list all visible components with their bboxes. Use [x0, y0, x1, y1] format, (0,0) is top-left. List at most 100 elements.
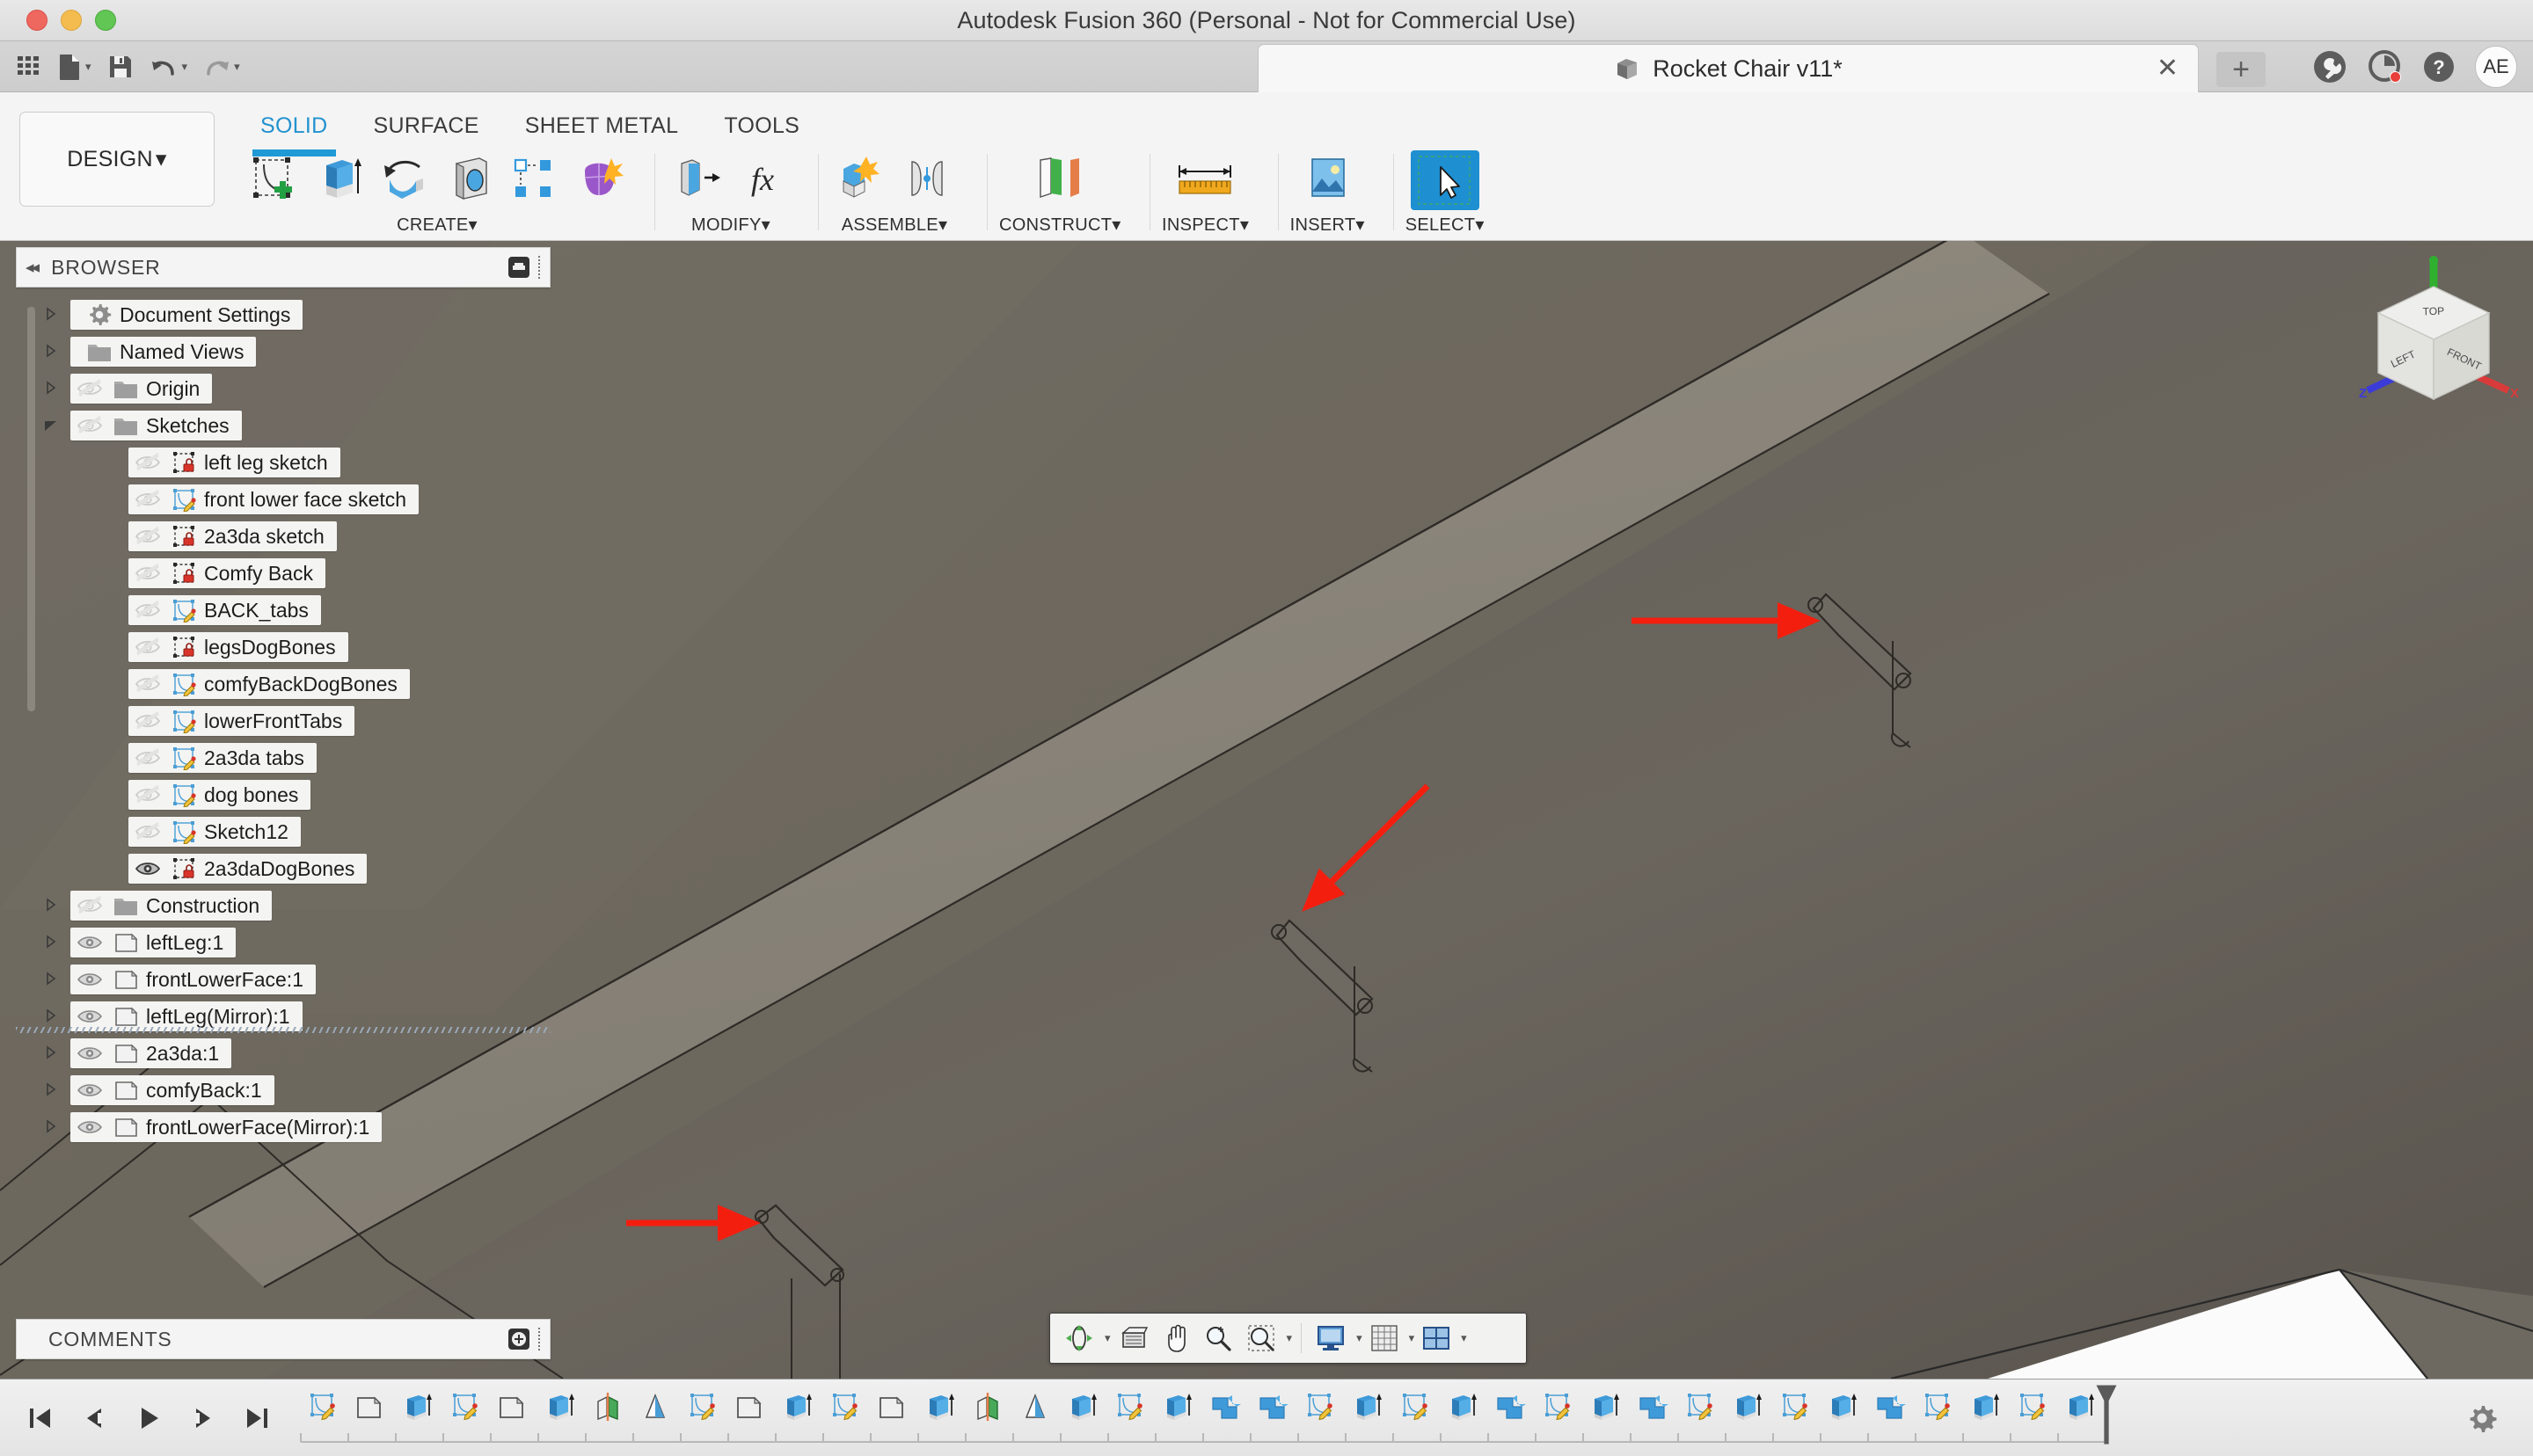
timeline-feature[interactable] [869, 1383, 916, 1431]
twisty-collapsed-icon[interactable] [40, 931, 62, 954]
twisty-collapsed-icon[interactable] [40, 303, 62, 326]
zoom-button[interactable] [1198, 1318, 1238, 1358]
timeline-feature[interactable] [1771, 1383, 1819, 1431]
add-comment-icon[interactable] [508, 1329, 529, 1350]
eye-hidden-icon[interactable] [128, 634, 167, 660]
timeline-feature[interactable] [1011, 1383, 1059, 1431]
new-sketch-button[interactable] [243, 150, 306, 208]
fit-button[interactable] [1241, 1318, 1281, 1358]
tree-item-sketches[interactable]: Sketches [70, 411, 242, 440]
orbit-button[interactable] [1059, 1318, 1099, 1358]
eye-hidden-icon[interactable] [128, 486, 167, 513]
eye-hidden-icon[interactable] [128, 523, 167, 550]
tree-item-left-leg-sketch[interactable]: left leg sketch [128, 448, 340, 477]
tree-item-frontlowerface-mirror-1[interactable]: frontLowerFace(Mirror):1 [70, 1112, 383, 1142]
twisty-collapsed-icon[interactable] [40, 968, 62, 991]
timeline-feature[interactable] [2009, 1383, 2056, 1431]
create-form-button[interactable] [568, 150, 631, 208]
eye-visible-icon[interactable] [70, 1040, 109, 1067]
play-button[interactable] [127, 1394, 171, 1442]
tree-item-construction[interactable]: Construction [70, 891, 273, 921]
timeline-feature[interactable] [1866, 1383, 1914, 1431]
document-tab[interactable]: Rocket Chair v11* ✕ [1258, 44, 2199, 92]
step-back-button[interactable] [72, 1394, 116, 1442]
timeline-feature[interactable] [347, 1383, 394, 1431]
eye-hidden-icon[interactable] [70, 412, 109, 439]
chevron-down-icon[interactable]: ▾ [1287, 1331, 1293, 1345]
eye-visible-icon[interactable] [70, 1114, 109, 1140]
timeline-feature[interactable] [726, 1383, 774, 1431]
twisty-collapsed-icon[interactable] [40, 377, 62, 400]
tab-sheet-metal[interactable]: SHEET METAL [502, 105, 702, 148]
grid-snap-button[interactable] [1365, 1318, 1404, 1358]
measure-button[interactable] [1162, 150, 1250, 208]
timeline-track[interactable] [299, 1383, 2533, 1453]
timeline-feature[interactable] [489, 1383, 537, 1431]
tree-item-origin[interactable]: Origin [70, 374, 213, 404]
chevron-down-icon[interactable]: ▾ [1105, 1331, 1111, 1345]
tab-tools[interactable]: TOOLS [701, 105, 822, 148]
tab-surface[interactable]: SURFACE [351, 105, 502, 148]
timeline-feature[interactable] [1106, 1383, 1154, 1431]
timeline-feature[interactable] [631, 1383, 679, 1431]
browser-options-icon[interactable] [508, 257, 529, 278]
wrench-button[interactable] [2311, 48, 2348, 85]
timeline-feature[interactable] [1059, 1383, 1106, 1431]
eye-hidden-icon[interactable] [70, 375, 109, 402]
timeline-feature[interactable] [537, 1383, 584, 1431]
timeline-feature[interactable] [1154, 1383, 1201, 1431]
tree-item-frontlowerface-1[interactable]: frontLowerFace:1 [70, 965, 316, 994]
tree-item-back-tabs[interactable]: BACK_tabs [128, 595, 321, 625]
joint-button[interactable] [895, 150, 959, 208]
timeline-feature[interactable] [916, 1383, 964, 1431]
timeline-feature[interactable] [1201, 1383, 1249, 1431]
tree-item-legsdogbones[interactable]: legsDogBones [128, 632, 348, 662]
save-button[interactable] [100, 47, 141, 87]
chevron-down-icon[interactable]: ▾ [1356, 1331, 1362, 1345]
new-component-button[interactable] [830, 150, 894, 208]
timeline-feature[interactable] [1344, 1383, 1391, 1431]
tree-item-2a3da-1[interactable]: 2a3da:1 [70, 1038, 232, 1068]
display-settings-button[interactable] [1310, 1318, 1351, 1358]
timeline-settings-button[interactable] [2463, 1399, 2501, 1438]
tree-item-2a3da-sketch[interactable]: 2a3da sketch [128, 521, 337, 551]
panel-resize-grip[interactable] [538, 1328, 541, 1350]
twisty-collapsed-icon[interactable] [40, 1042, 62, 1065]
twisty-collapsed-icon[interactable] [40, 340, 62, 363]
timeline-feature[interactable] [1296, 1383, 1344, 1431]
comments-panel[interactable]: COMMENTS [16, 1319, 551, 1359]
close-tab-icon[interactable]: ✕ [2157, 55, 2179, 82]
eye-hidden-icon[interactable] [128, 819, 167, 845]
timeline-feature[interactable] [1629, 1383, 1676, 1431]
timeline-feature[interactable] [442, 1383, 489, 1431]
select-button[interactable] [1410, 150, 1479, 210]
change-parameters-button[interactable]: fx [732, 150, 795, 208]
undo-button[interactable]: ▾ [144, 47, 193, 87]
chevron-down-icon[interactable]: ▾ [1409, 1331, 1415, 1345]
timeline-feature[interactable] [1486, 1383, 1534, 1431]
job-status-button[interactable] [2366, 48, 2403, 85]
timeline-feature[interactable] [964, 1383, 1011, 1431]
tree-item-front-lower-face-sketch[interactable]: front lower face sketch [128, 484, 420, 514]
eye-visible-icon[interactable] [70, 1077, 109, 1103]
eye-hidden-icon[interactable] [128, 671, 167, 697]
timeline-feature[interactable] [1676, 1383, 1724, 1431]
twisty-expanded-icon[interactable] [40, 414, 62, 437]
timeline-feature[interactable] [1391, 1383, 1439, 1431]
timeline-feature[interactable] [394, 1383, 442, 1431]
go-to-end-button[interactable] [236, 1394, 280, 1442]
tree-item-named-views[interactable]: Named Views [70, 337, 257, 367]
eye-hidden-icon[interactable] [128, 708, 167, 734]
twisty-collapsed-icon[interactable] [40, 894, 62, 917]
step-forward-button[interactable] [181, 1394, 225, 1442]
timeline-feature[interactable] [774, 1383, 821, 1431]
design-workspace-button[interactable]: DESIGN ▾ [19, 112, 215, 207]
new-tab-button[interactable]: + [2216, 52, 2266, 87]
extrude-button[interactable] [308, 150, 371, 208]
tree-item-sketch12[interactable]: Sketch12 [128, 817, 301, 847]
tree-item-comfy-back[interactable]: Comfy Back [128, 558, 325, 588]
viewcube[interactable]: TOP LEFT FRONT Z X [2341, 250, 2526, 430]
timeline-feature[interactable] [1249, 1383, 1296, 1431]
twisty-collapsed-icon[interactable] [40, 1079, 62, 1102]
eye-hidden-icon[interactable] [128, 745, 167, 771]
